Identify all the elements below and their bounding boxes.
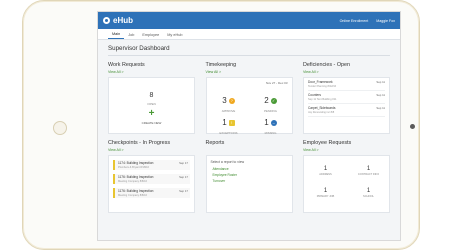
deficiency-date: Sep 11: [376, 80, 385, 84]
checkpoint-date: Sep 17: [179, 189, 188, 193]
warning-icon: !: [228, 119, 235, 126]
request-label: ADDRESS: [319, 173, 332, 176]
app-logo-text[interactable]: eHub: [113, 16, 133, 25]
request-label: SCHOOL: [363, 195, 374, 198]
work-requests-card: 8 OPEN + CREATE NEW: [108, 77, 195, 134]
checkpoint-sub: Meeting Company 8/8/16: [118, 194, 147, 197]
deficiency-date: Sep 11: [376, 106, 385, 110]
top-bar-right: Online Enrollment Maggie Fox: [332, 19, 395, 23]
employee-requests-view-all[interactable]: View All >: [303, 148, 390, 152]
deficiency-name: Counters: [308, 93, 321, 97]
app-screen: eHub Online Enrollment Maggie Fox Main J…: [97, 11, 401, 241]
checkpoint-date: Sep 17: [179, 161, 188, 165]
checkpoint-date: Sep 17: [179, 175, 188, 179]
deficiency-date: Sep 11: [376, 93, 385, 97]
reports-card: Select a report to view Attendance Emplo…: [205, 155, 293, 213]
deficiency-item[interactable]: Door_Framework Tender Planning 8/22/16 S…: [308, 78, 385, 91]
pending-stat[interactable]: 2 ✓ PENDING: [251, 90, 291, 113]
camera-dot: [410, 124, 415, 129]
timekeeping-card: Nov 27 - Dec 03 3? APPROVE 2 ✓ PENDING 1!…: [205, 77, 293, 135]
home-button[interactable]: [53, 121, 67, 135]
top-bar: eHub Online Enrollment Maggie Fox: [98, 12, 400, 29]
employee-requests-card: 1 ADDRESS 1 CONTRACT INFO 1 PRIMARY JOB …: [303, 155, 390, 213]
exceptions-count: 1: [222, 118, 227, 127]
timekeeping-view-all[interactable]: View All >: [206, 70, 293, 74]
report-link-employee-roster[interactable]: Employee Roster: [213, 173, 286, 177]
open-label: OPEN: [147, 102, 156, 106]
request-count: 1: [366, 188, 371, 194]
tablet-frame: eHub Online Enrollment Maggie Fox Main J…: [22, 0, 420, 250]
checkpoints-section: Checkpoints - In Progress View All > 117…: [108, 134, 195, 213]
deficiency-sub: Jay Renovating inc 8/8: [308, 111, 335, 114]
deficiency-sub: Tender Planning 8/22/16: [308, 85, 337, 88]
reports-prompt: Select a report to view: [210, 160, 245, 164]
employee-requests-section: Employee Requests View All > 1 ADDRESS 1…: [303, 134, 390, 213]
work-requests-view-all[interactable]: View All >: [108, 70, 195, 74]
timekeeping-section: Timekeeping View All > Nov 27 - Dec 03 3…: [205, 56, 293, 135]
approve-stat[interactable]: 3? APPROVE: [209, 90, 249, 113]
checkpoint-item[interactable]: 1176: Building Inspection Meeting Compan…: [113, 174, 190, 184]
missing-count: 1: [264, 118, 269, 127]
ehub-logo-icon: [103, 17, 110, 24]
deficiency-sub: Sep 11 Tent Building #11: [308, 98, 337, 101]
user-menu[interactable]: Maggie Fox: [376, 19, 395, 23]
deficiency-item[interactable]: Counters Sep 11 Tent Building #11 Sep 11: [308, 91, 385, 104]
request-label: CONTRACT INFO: [357, 173, 380, 176]
reports-section: Reports Select a report to view Attendan…: [205, 134, 293, 213]
timekeeping-title: Timekeeping: [205, 62, 237, 68]
request-school[interactable]: 1 SCHOOL: [347, 188, 390, 198]
create-new-button[interactable]: CREATE NEW: [109, 121, 194, 125]
exceptions-stat[interactable]: 1! EXCEPTIONS: [209, 112, 249, 135]
checkpoints-card: 1174: Building Inspection Plumbers & Bry…: [108, 155, 195, 213]
location-link[interactable]: Online Enrollment: [340, 19, 369, 23]
deficiencies-section: Deficiencies - Open View All > Door_Fram…: [303, 56, 390, 134]
checkpoint-item[interactable]: 1174: Building Inspection Plumbers & Bry…: [113, 160, 190, 170]
report-link-turnover[interactable]: Turnover: [213, 179, 286, 183]
employee-requests-title: Employee Requests: [303, 140, 352, 146]
tab-job[interactable]: Job: [124, 33, 138, 39]
request-contract-info[interactable]: 1 CONTRACT INFO: [347, 166, 390, 176]
request-count: 1: [323, 188, 328, 194]
deficiencies-view-all[interactable]: View All >: [303, 70, 390, 74]
missing-stat[interactable]: 1– MISSING: [251, 112, 291, 135]
nav-tabs: Main Job Employee My eHub: [98, 29, 400, 40]
tab-my-ehub[interactable]: My eHub: [163, 33, 186, 39]
page-title: Supervisor Dashboard: [108, 45, 170, 52]
date-range: Nov 27 - Dec 03: [265, 81, 288, 85]
deficiency-name: Carpet_Sideboards: [308, 106, 336, 110]
checkpoints-view-all[interactable]: View All >: [108, 148, 195, 152]
checkpoint-sub: Plumbers & Bryant 8/18/16: [118, 166, 149, 169]
request-count: 1: [323, 166, 328, 172]
tab-employee[interactable]: Employee: [138, 33, 163, 39]
pending-count: 2: [264, 96, 269, 105]
work-requests-title: Work Requests: [108, 62, 145, 68]
report-link-attendance[interactable]: Attendance: [213, 167, 286, 171]
deficiencies-card: Door_Framework Tender Planning 8/22/16 S…: [303, 77, 390, 134]
approve-count: 3: [222, 96, 227, 105]
open-count[interactable]: 8: [109, 92, 194, 99]
missing-label: MISSING: [264, 131, 277, 135]
question-icon: ?: [228, 97, 235, 104]
request-address[interactable]: 1 ADDRESS: [304, 166, 347, 176]
work-requests-section: Work Requests View All > 8 OPEN + CREATE…: [108, 56, 195, 134]
dashboard-row-1: Work Requests View All > 8 OPEN + CREATE…: [108, 56, 390, 135]
request-label: PRIMARY JOB: [316, 195, 335, 198]
checkpoints-title: Checkpoints - In Progress: [108, 140, 171, 146]
dashboard-row-2: Checkpoints - In Progress View All > 117…: [108, 134, 390, 213]
plus-icon[interactable]: +: [109, 109, 194, 119]
request-count: 1: [366, 166, 371, 172]
minus-icon: –: [270, 119, 277, 126]
checkpoint-item[interactable]: 1176: Building Inspection Meeting Compan…: [113, 188, 190, 198]
tab-main[interactable]: Main: [108, 32, 125, 39]
reports-title: Reports: [205, 140, 225, 146]
exceptions-label: EXCEPTIONS: [219, 131, 238, 135]
deficiencies-title: Deficiencies - Open: [303, 62, 351, 68]
checkpoint-sub: Meeting Company 8/8/16: [118, 180, 147, 183]
deficiency-name: Door_Framework: [308, 80, 333, 84]
deficiency-item[interactable]: Carpet_Sideboards Jay Renovating inc 8/8…: [308, 104, 385, 117]
check-icon: ✓: [270, 97, 277, 104]
request-primary-job[interactable]: 1 PRIMARY JOB: [304, 188, 347, 198]
